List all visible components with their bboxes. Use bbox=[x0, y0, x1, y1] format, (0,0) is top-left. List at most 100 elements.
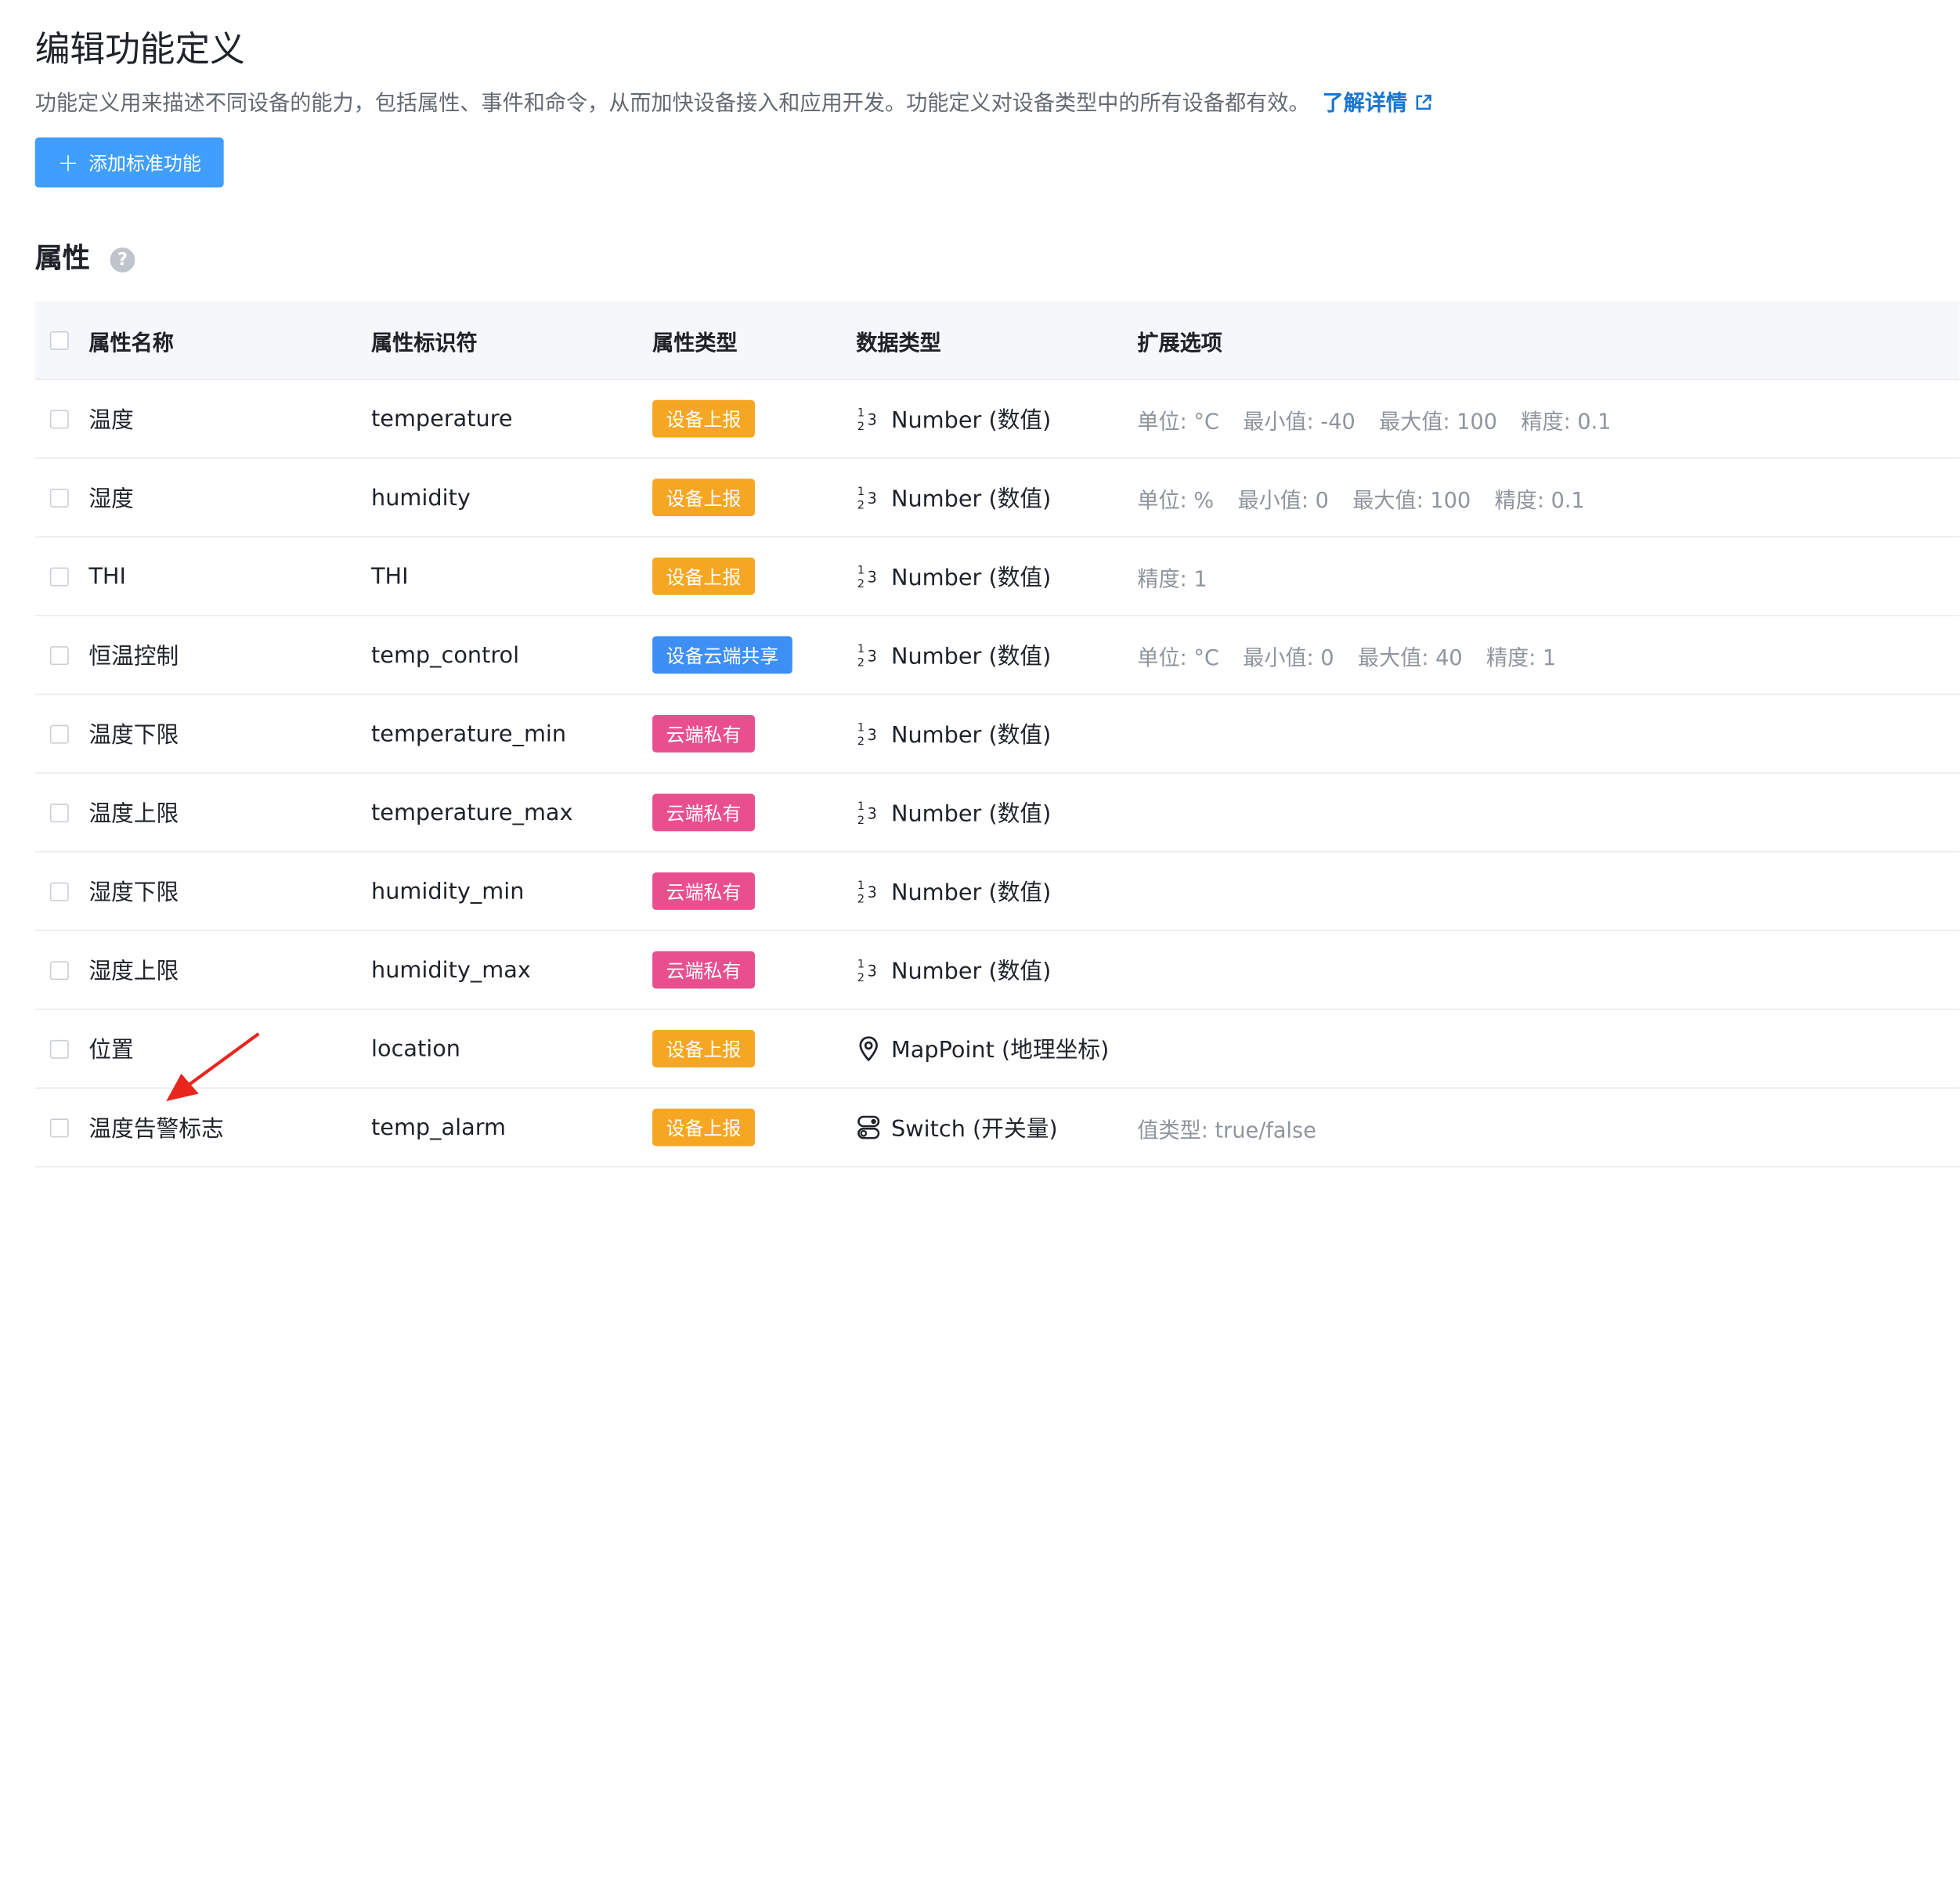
table-row[interactable]: 温度 temperature 设备上报 1 2 3 Number (数值) 单位: °C 最小值… bbox=[34, 380, 1960, 459]
property-identifier: temperature_max bbox=[371, 799, 573, 826]
help-icon[interactable]: ? bbox=[110, 247, 135, 273]
property-identifier: THI bbox=[371, 562, 409, 590]
row-checkbox-cell bbox=[49, 616, 69, 694]
row-checkbox[interactable] bbox=[49, 1118, 69, 1137]
property-type-tag: 云端私有 bbox=[652, 872, 756, 910]
svg-text:3: 3 bbox=[868, 962, 877, 980]
table-row[interactable]: 位置 location 设备上报 MapPoint (地理坐标) bbox=[34, 1010, 1960, 1089]
page-description: 功能定义用来描述不同设备的能力，包括属性、事件和命令，从而加快设备接入和应用开发… bbox=[35, 88, 1432, 120]
data-type-cell: 1 2 3 Number (数值) bbox=[856, 695, 1052, 772]
data-type-cell: 1 2 3 Number (数值) bbox=[856, 774, 1052, 851]
property-name: 恒温控制 bbox=[88, 643, 179, 670]
property-identifier: humidity_max bbox=[371, 956, 531, 984]
property-type-cell: 云端私有 bbox=[652, 931, 756, 1009]
property-identifier: temp_alarm bbox=[371, 1114, 507, 1141]
extension-item: 单位: °C bbox=[1137, 645, 1219, 671]
svg-text:3: 3 bbox=[868, 726, 877, 744]
table-row[interactable]: 温度告警标志 temp_alarm 设备上报 Switch (开关量) 值类型: tru… bbox=[34, 1089, 1960, 1168]
data-type-cell: 1 2 3 Number (数值) bbox=[856, 459, 1052, 536]
page-content: 编辑功能定义 功能定义用来描述不同设备的能力，包括属性、事件和命令，从而加快设备… bbox=[0, 0, 1960, 1187]
learn-more-link[interactable]: 了解详情 bbox=[1323, 92, 1432, 116]
table-row[interactable]: 湿度上限 humidity_max 云端私有 1 2 3 Number (数值) bbox=[34, 931, 1960, 1010]
property-name: 温度 bbox=[88, 407, 134, 434]
description-text: 功能定义用来描述不同设备的能力，包括属性、事件和命令，从而加快设备接入和应用开发… bbox=[34, 91, 1310, 117]
add-standard-function-button[interactable]: + 添加标准功能 bbox=[34, 137, 224, 188]
row-checkbox-cell bbox=[49, 852, 69, 930]
property-identifier: temperature bbox=[371, 405, 513, 432]
table-row[interactable]: 温度下限 temperature_min 云端私有 1 2 3 Number (数值) bbox=[34, 695, 1960, 774]
row-checkbox[interactable] bbox=[49, 409, 69, 428]
data-type-cell: 1 2 3 Number (数值) bbox=[856, 931, 1052, 1009]
svg-text:3: 3 bbox=[868, 569, 877, 587]
property-type-tag: 设备上报 bbox=[652, 479, 756, 517]
table-row[interactable]: 湿度下限 humidity_min 云端私有 1 2 3 Number (数值) bbox=[34, 852, 1960, 932]
table-row[interactable]: 湿度 humidity 设备上报 1 2 3 Number (数值) 单位: % 最小值: 0 最… bbox=[34, 459, 1960, 538]
row-checkbox[interactable] bbox=[49, 803, 69, 822]
number-icon: 12 3 bbox=[857, 565, 877, 590]
svg-text:2: 2 bbox=[857, 657, 864, 669]
data-type-label: Number (数值) bbox=[890, 643, 1052, 670]
property-type-cell: 设备上报 bbox=[652, 537, 756, 615]
column-header-name: 属性名称 bbox=[88, 330, 174, 356]
row-checkbox[interactable] bbox=[49, 1039, 69, 1059]
extension-item: 精度: 1 bbox=[1486, 645, 1557, 671]
property-identifier: humidity_min bbox=[371, 878, 525, 905]
data-type-cell: MapPoint (地理坐标) bbox=[856, 1010, 1109, 1088]
property-identifier: location bbox=[371, 1035, 461, 1062]
svg-text:2: 2 bbox=[857, 735, 864, 747]
number-icon: 12 3 bbox=[857, 643, 877, 669]
row-checkbox-cell bbox=[49, 459, 69, 536]
svg-text:3: 3 bbox=[868, 804, 877, 822]
data-type-label: Number (数值) bbox=[890, 801, 1052, 828]
svg-text:3: 3 bbox=[868, 489, 877, 507]
property-type-cell: 云端私有 bbox=[652, 852, 756, 930]
table-row[interactable]: 恒温控制 temp_control 设备云端共享 1 2 3 Number (数值) 单位: … bbox=[34, 616, 1960, 695]
row-checkbox[interactable] bbox=[49, 566, 69, 586]
extension-item: 最大值: 100 bbox=[1379, 409, 1498, 435]
svg-text:2: 2 bbox=[857, 972, 864, 984]
properties-table: 属性名称 属性标识符 属性类型 数据类型 扩展选项 温度 temperature 设… bbox=[34, 301, 1960, 1168]
svg-text:1: 1 bbox=[857, 879, 864, 892]
svg-text:2: 2 bbox=[857, 421, 864, 432]
property-type-cell: 设备上报 bbox=[652, 1089, 756, 1166]
extension-item: 最小值: -40 bbox=[1243, 409, 1355, 435]
property-type-tag: 设备云端共享 bbox=[652, 636, 792, 674]
svg-text:1: 1 bbox=[857, 800, 864, 813]
select-all-checkbox[interactable] bbox=[49, 330, 69, 350]
property-type-tag: 设备上报 bbox=[652, 1030, 756, 1067]
svg-text:1: 1 bbox=[857, 486, 864, 498]
row-checkbox[interactable] bbox=[49, 960, 69, 980]
row-checkbox[interactable] bbox=[49, 645, 69, 665]
property-type-cell: 设备上报 bbox=[652, 1010, 756, 1088]
row-checkbox[interactable] bbox=[49, 881, 69, 901]
property-name: 湿度 bbox=[88, 486, 134, 513]
svg-text:1: 1 bbox=[857, 406, 864, 419]
svg-text:1: 1 bbox=[857, 722, 864, 735]
column-header-extension: 扩展选项 bbox=[1137, 330, 1222, 356]
data-type-cell: 1 2 3 Number (数值) bbox=[856, 616, 1052, 694]
data-type-cell: 1 2 3 Number (数值) bbox=[856, 537, 1052, 615]
data-type-label: Switch (开关量) bbox=[890, 1116, 1058, 1143]
property-identifier: temperature_min bbox=[371, 720, 567, 747]
column-header-attr-type: 属性类型 bbox=[652, 330, 738, 356]
data-type-cell: Switch (开关量) bbox=[856, 1089, 1058, 1166]
external-link-icon bbox=[1416, 94, 1431, 110]
extension-item: 精度: 1 bbox=[1137, 566, 1207, 592]
property-type-tag: 设备上报 bbox=[652, 399, 756, 438]
map-pin-icon bbox=[859, 1036, 878, 1062]
row-checkbox-cell bbox=[49, 380, 69, 457]
svg-text:1: 1 bbox=[857, 958, 864, 970]
table-row[interactable]: THI THI 设备上报 1 2 3 Number (数值) 精度: 1 bbox=[34, 537, 1960, 616]
row-checkbox[interactable] bbox=[49, 724, 69, 743]
row-checkbox[interactable] bbox=[49, 488, 69, 507]
svg-text:3: 3 bbox=[868, 883, 877, 901]
extension-options: 精度: 1 bbox=[1137, 537, 1231, 615]
page: 编辑功能定义 功能定义用来描述不同设备的能力，包括属性、事件和命令，从而加快设备… bbox=[0, 0, 1960, 1896]
data-type-cell: 1 2 3 Number (数值) bbox=[856, 380, 1052, 457]
extension-item: 单位: °C bbox=[1137, 409, 1219, 435]
extension-options: 值类型: true/false bbox=[1137, 1089, 1340, 1166]
table-row[interactable]: 温度上限 temperature_max 云端私有 1 2 3 Number (数值) bbox=[34, 774, 1960, 853]
extension-item: 值类型: true/false bbox=[1137, 1118, 1316, 1143]
property-type-tag: 云端私有 bbox=[652, 793, 756, 832]
property-type-cell: 设备上报 bbox=[652, 380, 756, 457]
